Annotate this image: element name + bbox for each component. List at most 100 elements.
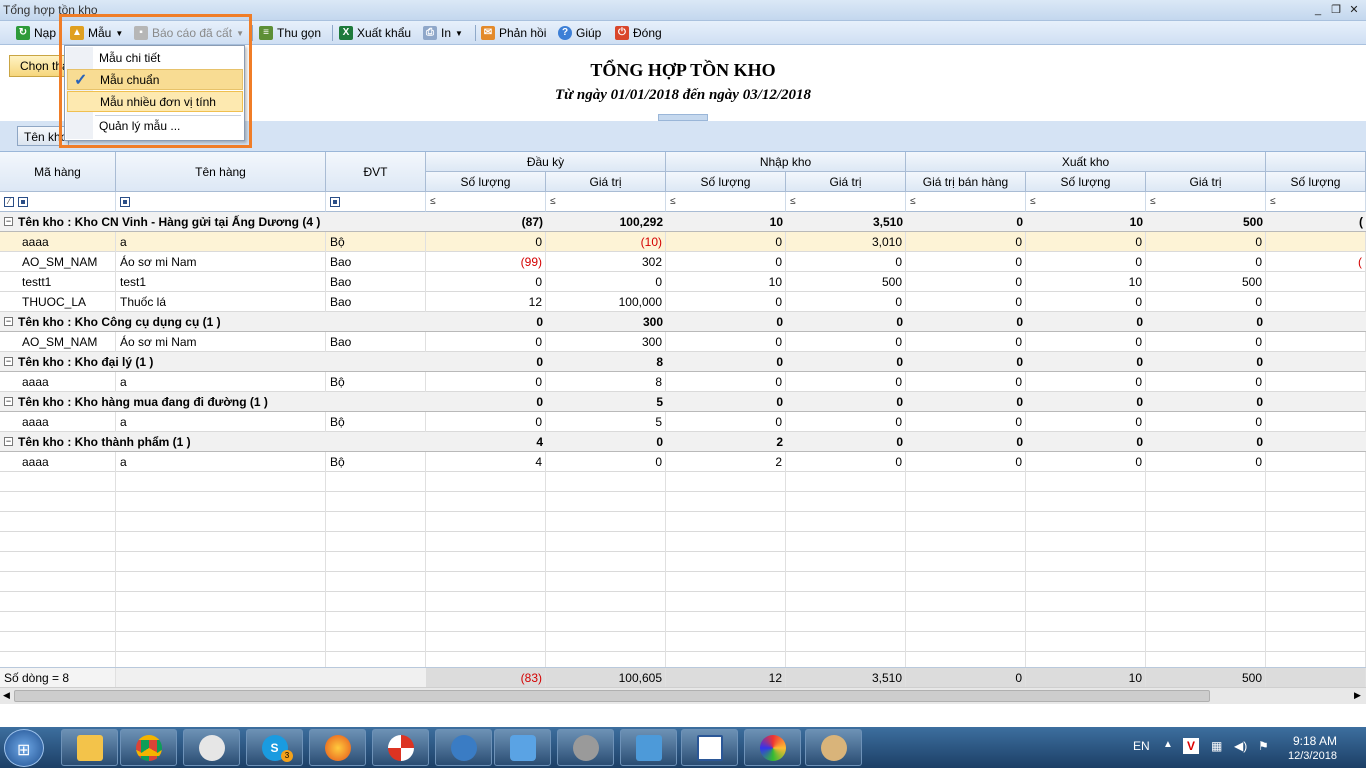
close-button[interactable]: ⏻ Đóng: [615, 23, 662, 43]
language-indicator[interactable]: EN: [1133, 739, 1150, 753]
empty-cell: [906, 532, 1026, 552]
col-header-xk-gia-tri-ban-hang[interactable]: Giá trị bán hàng: [906, 172, 1026, 192]
collapse-group-icon[interactable]: −: [4, 397, 13, 406]
group-row[interactable]: − Tên kho : Kho CN Vinh - Hàng gửi tại Ấn…: [0, 212, 1366, 232]
close-icon[interactable]: ✕: [1346, 2, 1362, 18]
taskbar-firefox[interactable]: [309, 729, 366, 766]
scroll-right-icon[interactable]: ▶: [1354, 690, 1361, 701]
filter-cell-dvt[interactable]: [326, 192, 426, 212]
filter-cell-num[interactable]: ≤: [546, 192, 666, 212]
empty-cell: [116, 572, 326, 592]
cell-value: 0: [1026, 372, 1146, 392]
table-row[interactable]: AO_SM_NAM Áo sơ mi Nam Bao 0 300 0 0 0 0 0: [0, 332, 1366, 352]
empty-cell: [786, 492, 906, 512]
misa-icon: [572, 734, 599, 761]
restore-icon[interactable]: ❐: [1328, 2, 1344, 18]
mail-icon: ✉: [481, 26, 495, 40]
col-header-nk-so-luong[interactable]: Số lượng: [666, 172, 786, 192]
filter-cell-num[interactable]: ≤: [786, 192, 906, 212]
vietkey-icon[interactable]: V: [1183, 738, 1199, 754]
feedback-button[interactable]: ✉ Phản hồi: [481, 23, 546, 43]
table-row[interactable]: aaaa a Bộ 0 (10) 0 3,010 0 0 0: [0, 232, 1366, 252]
taskbar-photos[interactable]: [620, 729, 677, 766]
col-header-xk-gia-tri[interactable]: Giá trị: [1146, 172, 1266, 192]
reload-button[interactable]: ↻ Nạp: [16, 23, 56, 43]
footer-total-cell: 10: [1026, 668, 1146, 688]
scroll-left-icon[interactable]: ◀: [3, 690, 10, 701]
help-button[interactable]: ? Giúp: [558, 23, 601, 43]
cell-ma-hang: aaaa: [18, 372, 116, 392]
table-row[interactable]: aaaa a Bộ 0 8 0 0 0 0 0: [0, 372, 1366, 392]
group-total-cell: 500: [1242, 215, 1263, 229]
group-row[interactable]: − Tên kho : Kho thành phẩm (1 ) 4 0 2 0 0 0 0: [0, 432, 1366, 452]
col-header-ten-hang[interactable]: Tên hàng: [116, 152, 326, 192]
filter-cell-num[interactable]: ≤: [426, 192, 546, 212]
taskbar-explorer[interactable]: [61, 729, 118, 766]
group-row[interactable]: − Tên kho : Kho hàng mua đang đi đường (1…: [0, 392, 1366, 412]
filter-cell-num[interactable]: ≤: [1146, 192, 1266, 212]
cell-ten-hang: a: [116, 412, 326, 432]
collapse-group-icon[interactable]: −: [4, 217, 13, 226]
filter-cell-num[interactable]: ≤: [666, 192, 786, 212]
filter-cell-ma-hang[interactable]: ⁄: [0, 192, 116, 212]
cell-value: 12: [426, 292, 546, 312]
table-row[interactable]: aaaa a Bộ 4 0 2 0 0 0 0: [0, 452, 1366, 472]
clear-filter-icon[interactable]: ⁄: [4, 196, 14, 207]
group-total-cell: [1266, 352, 1366, 372]
col-header-next-so-luong[interactable]: Số lượng: [1266, 172, 1366, 192]
clock-date[interactable]: 12/3/2018: [1288, 750, 1337, 762]
taskbar-app[interactable]: [435, 729, 492, 766]
taskbar-snipping[interactable]: [183, 729, 240, 766]
taskbar-misa[interactable]: [557, 729, 614, 766]
filter-cell-num[interactable]: ≤: [1026, 192, 1146, 212]
col-header-xk-so-luong[interactable]: Số lượng: [1026, 172, 1146, 192]
highlight-annotation: [59, 14, 252, 148]
taskbar-colorful[interactable]: [744, 729, 801, 766]
collapse-group-icon[interactable]: −: [4, 317, 13, 326]
empty-cell: [326, 592, 426, 612]
group-row[interactable]: − Tên kho : Kho Công cụ dụng cụ (1 ) 0 300 0…: [0, 312, 1366, 332]
table-row[interactable]: AO_SM_NAM Áo sơ mi Nam Bao (99) 302 0 0 0 0 0(: [0, 252, 1366, 272]
col-header-nk-gia-tri[interactable]: Giá trị: [786, 172, 906, 192]
filter-cell-num[interactable]: ≤: [1266, 192, 1366, 212]
taskbar-chrome[interactable]: [120, 729, 177, 766]
print-button[interactable]: ⎙ In ▼: [423, 23, 463, 43]
taskbar-lifebuoy[interactable]: [372, 729, 429, 766]
empty-cell: [666, 492, 786, 512]
table-row[interactable]: aaaa a Bộ 0 5 0 0 0 0 0: [0, 412, 1366, 432]
filter-cell-ten-hang[interactable]: [116, 192, 326, 212]
taskbar-remote[interactable]: [494, 729, 551, 766]
table-row[interactable]: testt1 test1 Bao 0 0 10 500 0 10 500: [0, 272, 1366, 292]
band-header-nhap-kho: Nhập kho: [666, 152, 906, 172]
empty-cell: [786, 632, 906, 652]
taskbar-skype[interactable]: S3: [246, 729, 303, 766]
collapse-button[interactable]: ≡ Thu gọn: [259, 23, 321, 43]
col-header-dvt[interactable]: ĐVT: [326, 152, 426, 192]
group-row[interactable]: − Tên kho : Kho đại lý (1 ) 0 8 0 0 0 0 0: [0, 352, 1366, 372]
start-button[interactable]: ⊞: [4, 729, 44, 767]
cell-dvt: Bao: [326, 292, 426, 312]
filter-cell-num[interactable]: ≤: [906, 192, 1026, 212]
band-header-next: [1266, 152, 1366, 172]
taskbar-notepad[interactable]: [681, 729, 738, 766]
grid-footer: Số dòng = 8 (83) 100,605 12 3,510 0 10 500: [0, 667, 1366, 688]
table-row[interactable]: THUOC_LA Thuốc lá Bao 12 100,000 0 0 0 0 0: [0, 292, 1366, 312]
col-header-ma-hang[interactable]: Mã hàng: [0, 152, 116, 192]
volume-icon[interactable]: ◀): [1234, 739, 1247, 753]
taskbar-paint[interactable]: [805, 729, 862, 766]
col-header-dk-gia-tri[interactable]: Giá trị: [546, 172, 666, 192]
collapse-group-icon[interactable]: −: [4, 357, 13, 366]
header-collapse-handle[interactable]: [658, 114, 708, 121]
clock-time[interactable]: 9:18 AM: [1293, 734, 1337, 748]
collapse-label: Thu gọn: [277, 26, 322, 40]
tray-arrow-icon[interactable]: ▲: [1163, 739, 1173, 750]
horizontal-scrollbar[interactable]: ◀ ▶: [0, 687, 1366, 704]
collapse-group-icon[interactable]: −: [4, 437, 13, 446]
cell-value: 0: [1146, 232, 1266, 252]
network-icon[interactable]: ▦: [1211, 739, 1222, 753]
minimize-icon[interactable]: _: [1310, 2, 1326, 18]
export-button[interactable]: X Xuất khẩu: [339, 23, 411, 43]
flag-icon[interactable]: ⚑: [1258, 739, 1269, 753]
col-header-dk-so-luong[interactable]: Số lượng: [426, 172, 546, 192]
scrollbar-thumb[interactable]: [14, 690, 1210, 702]
